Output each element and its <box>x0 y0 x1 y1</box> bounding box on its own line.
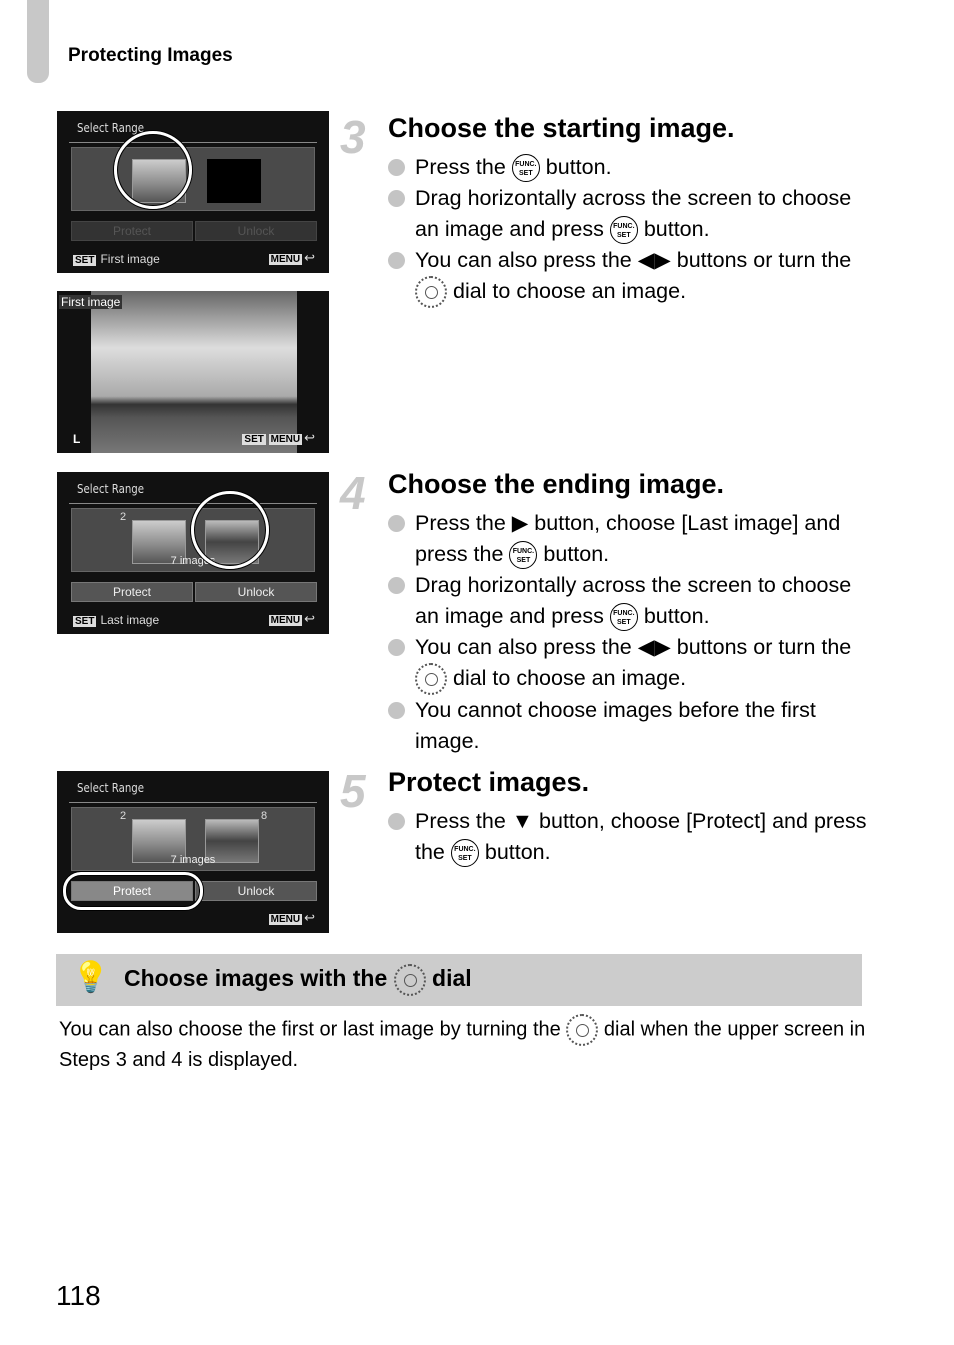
bullet: Drag horizontally across the screen to c… <box>388 183 868 245</box>
func-set-icon: FUNC. SET <box>509 541 538 570</box>
camera-screen-first-image: First image L SET MENU ↩ <box>57 291 329 453</box>
unlock-button: Unlock <box>195 221 317 241</box>
step-title: Choose the ending image. <box>388 469 725 499</box>
camera-screen-select-first: Select Range Protect Unlock SET First ima… <box>57 111 329 273</box>
image-count: 7 images <box>170 854 216 866</box>
tip-title: Choose images with the dial <box>124 964 472 996</box>
section-title: Protecting Images <box>68 45 233 66</box>
highlight-ring <box>114 131 192 209</box>
menu-back-icon: MENU ↩ <box>268 250 315 265</box>
func-set-icon: FUNC. SET <box>450 839 479 868</box>
step-number: 5 <box>340 765 366 817</box>
lightbulb-icon: 💡 <box>72 961 110 994</box>
control-dial-icon <box>415 663 447 696</box>
last-number: 8 <box>261 810 268 822</box>
screen-footer: SET First image <box>73 252 160 266</box>
unlock-button: Unlock <box>195 582 317 602</box>
bullet: You cannot choose images before the firs… <box>388 695 868 757</box>
bullet: Press the ▶ button, choose [Last image] … <box>388 508 868 570</box>
unlock-button: Unlock <box>195 881 317 901</box>
screen-title: Select Range <box>77 781 145 795</box>
section-tab <box>27 0 49 83</box>
camera-screen-protect: Select Range 2 8 7 images Protect Unlock… <box>57 771 329 933</box>
page-number: 118 <box>56 1280 101 1311</box>
step-title: Choose the starting image. <box>388 113 735 143</box>
func-set-icon: FUNC. SET <box>609 603 638 632</box>
control-dial-icon <box>393 964 426 996</box>
camera-screen-select-last: Select Range 2 7 images Protect Unlock S… <box>57 472 329 634</box>
control-dial-icon <box>566 1014 599 1046</box>
step-bullets: Press the ▶ button, choose [Last image] … <box>388 508 868 757</box>
func-set-icon: FUNC. SET <box>511 154 540 183</box>
thumbnail-empty <box>207 159 261 203</box>
screen-footer: SET Last image <box>73 613 160 627</box>
highlight-ring <box>63 872 203 910</box>
screen-title: Select Range <box>77 482 145 496</box>
bullet: Drag horizontally across the screen to c… <box>388 570 868 632</box>
skyline-photo <box>91 291 297 453</box>
protect-button: Protect <box>71 582 193 602</box>
bullet: Press the FUNC. SET button. <box>388 152 868 183</box>
bullet: You can also press the ◀▶ buttons or tur… <box>388 245 868 309</box>
menu-back-icon: MENU ↩ <box>268 910 315 925</box>
first-image-label: First image <box>59 295 123 309</box>
first-number: 2 <box>120 511 127 523</box>
set-menu-icons: SET MENU ↩ <box>242 430 315 445</box>
image-size-icon: L <box>73 432 81 446</box>
step-title: Protect images. <box>388 767 590 797</box>
step-number: 3 <box>340 111 366 163</box>
tip-body: You can also choose the first or last im… <box>59 1014 869 1074</box>
image-count: 7 images <box>170 555 216 567</box>
step-bullets: Press the ▼ button, choose [Protect] and… <box>388 806 868 868</box>
step-bullets: Press the FUNC. SET button. Drag horizont… <box>388 152 868 309</box>
bullet: You can also press the ◀▶ buttons or tur… <box>388 632 868 696</box>
protect-button: Protect <box>71 221 193 241</box>
first-number: 2 <box>120 810 127 822</box>
func-set-icon: FUNC. SET <box>609 216 638 245</box>
step-number: 4 <box>340 467 366 519</box>
highlight-ring <box>191 491 269 569</box>
menu-back-icon: MENU ↩ <box>268 611 315 626</box>
bullet: Press the ▼ button, choose [Protect] and… <box>388 806 868 868</box>
screen-title: Select Range <box>77 121 145 135</box>
control-dial-icon <box>415 276 447 309</box>
